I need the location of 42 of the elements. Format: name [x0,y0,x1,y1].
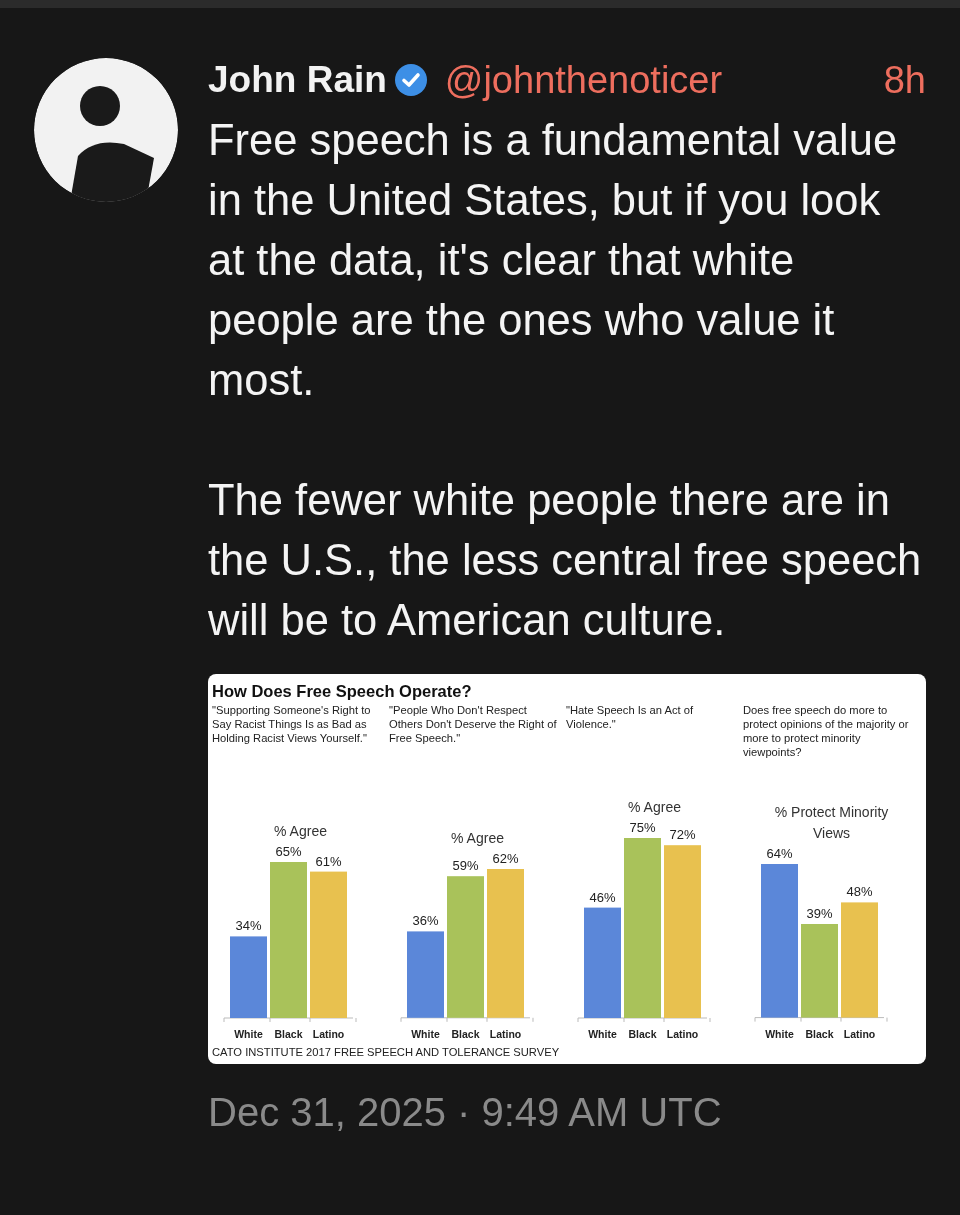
category-label: Latino [666,1028,699,1040]
value-label: 62% [492,851,519,867]
chart-subtitle: % Agree [628,798,681,817]
value-label: 65% [275,844,302,859]
avatar[interactable] [34,58,178,202]
category-label: Latino [843,1029,876,1040]
category-label: Latino [489,1029,522,1040]
post-text: Free speech is a fundamental value in the United States, but if you look at the data, it's clear that white people are the ones who value it most. [208,115,899,406]
user-handle[interactable]: @johnthenoticer [444,58,723,102]
value-label: 64% [766,846,793,862]
value-label: 61% [315,853,342,869]
value-label: 75% [629,820,656,835]
value-label: 34% [235,918,262,934]
chart-image[interactable] [208,674,926,1064]
category-label: White [234,1028,263,1040]
category-label: White [588,1028,617,1040]
value-label: 48% [846,884,873,900]
chart-subtitle: % Protect Minority Views [773,803,890,844]
timestamp: Dec 31, 2025 · 9:49 AM UTC [208,1090,722,1135]
post-age: 8h [883,58,926,102]
category-label: Black [628,1028,657,1040]
chart-title: "Supporting Someone's Right to Say Racist Things Is as Bad as Holding Racist Views Yourself." [212,703,372,745]
chart-title: "Hate Speech Is an Act of Violence." [566,703,695,731]
category-label: White [411,1029,440,1040]
source-caption: CATO INSTITUTE 2017 FREE SPEECH AND TOLERANCE SURVEY [212,1046,560,1058]
post-text: The fewer white people there are in the U.S., the less central free speech will be to American culture. [208,475,923,646]
chart-title: "People Who Don't Respect Others Don't Deserve the Right of Free Speech." [389,703,558,745]
category-label: Black [274,1028,303,1040]
chart-title: Does free speech do more to protect opinions of the majority or more to protect minority viewpoints? [743,703,910,759]
author-name[interactable]: John Rain [208,59,387,101]
category-label: White [765,1029,794,1040]
image-title: How Does Free Speech Operate? [212,682,472,701]
value-label: 72% [669,827,696,843]
category-label: Latino [312,1028,345,1040]
value-label: 39% [806,906,833,922]
value-label: 59% [452,858,479,874]
category-label: Black [805,1029,834,1040]
value-label: 46% [589,889,616,905]
category-label: Black [451,1029,480,1040]
chart-subtitle: % Agree [451,829,504,849]
value-label: 36% [412,913,439,929]
chart-subtitle: % Agree [274,822,327,841]
